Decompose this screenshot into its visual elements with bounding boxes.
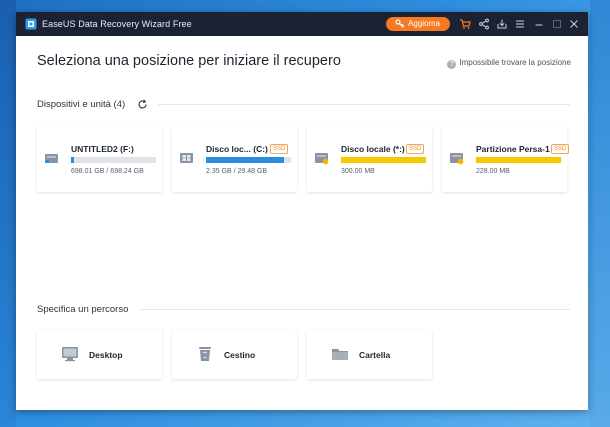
key-icon xyxy=(395,19,405,28)
drive-usage-fill xyxy=(71,157,74,163)
ssd-badge: SSD xyxy=(270,144,289,154)
drive-usage-fill xyxy=(476,157,561,163)
drive-card-c[interactable]: Disco loc... (C:) SSD 2.35 GB / 29.48 GB xyxy=(172,125,297,192)
page-title: Seleziona una posizione per iniziare il … xyxy=(37,53,341,69)
app-window: EaseUS Data Recovery Wizard Free Aggiorn… xyxy=(16,12,588,410)
share-icon[interactable] xyxy=(478,18,490,30)
path-label: Cartella xyxy=(359,350,391,360)
drive-usage-bar xyxy=(341,157,426,163)
desktop-icon xyxy=(62,347,78,362)
question-icon: ? xyxy=(447,60,457,69)
path-card-desktop[interactable]: Desktop xyxy=(37,330,162,379)
drive-size: 2.35 GB / 29.48 GB xyxy=(206,168,268,175)
section-divider xyxy=(140,309,570,310)
drive-card-untitled2[interactable]: UNTITLED2 (F:) 698.01 GB / 698.24 GB xyxy=(37,125,162,192)
section-divider xyxy=(158,104,570,105)
help-link[interactable]: ? Impossibile trovare la posizione xyxy=(447,58,571,69)
drive-size: 300.00 MB xyxy=(341,168,375,175)
drive-card-lost-partition[interactable]: Partizione Persa-1 SSD 228.00 MB xyxy=(442,125,570,192)
title-bar: EaseUS Data Recovery Wizard Free Aggiorn… xyxy=(16,12,588,36)
drive-usage-fill xyxy=(341,157,426,163)
lost-partition-icon xyxy=(450,153,464,165)
windows-drive-icon xyxy=(180,153,193,163)
cart-icon[interactable] xyxy=(459,18,471,30)
ssd-badge: SSD xyxy=(406,144,425,154)
desktop-background xyxy=(0,0,16,427)
minimize-icon[interactable] xyxy=(533,18,545,30)
drive-name: UNTITLED2 (F:) xyxy=(71,144,134,154)
upgrade-label: Aggiorna xyxy=(408,19,441,28)
path-label: Cestino xyxy=(224,350,256,360)
close-icon[interactable] xyxy=(568,18,580,30)
paths-section-title: Specifica un percorso xyxy=(37,304,129,315)
drive-card-lost[interactable]: Disco locale (*:) SSD 300.00 MB xyxy=(307,125,432,192)
drive-size: 698.01 GB / 698.24 GB xyxy=(71,168,144,175)
drive-name: Partizione Persa-1 xyxy=(476,144,550,154)
usb-drive-icon xyxy=(45,154,58,163)
drive-name: Disco loc... (C:) xyxy=(206,144,268,154)
drive-name: Disco locale (*:) xyxy=(341,144,405,154)
desktop-background-right xyxy=(590,0,610,427)
drive-size: 228.00 MB xyxy=(476,168,510,175)
refresh-icon[interactable] xyxy=(137,99,148,110)
ssd-badge: SSD xyxy=(551,144,570,154)
path-label: Desktop xyxy=(89,350,123,360)
menu-icon[interactable] xyxy=(514,18,526,30)
recycle-bin-icon xyxy=(199,347,211,361)
path-card-recycle-bin[interactable]: Cestino xyxy=(172,330,297,379)
drive-usage-fill xyxy=(206,157,285,163)
download-icon[interactable] xyxy=(496,18,508,30)
drive-usage-bar xyxy=(71,157,156,163)
window-title: EaseUS Data Recovery Wizard Free xyxy=(42,19,192,29)
devices-section-title: Dispositivi e unità (4) xyxy=(37,99,126,110)
help-link-label: Impossibile trovare la posizione xyxy=(459,58,571,67)
path-card-folder[interactable]: Cartella xyxy=(307,330,432,379)
upgrade-button[interactable]: Aggiorna xyxy=(386,17,450,31)
lost-drive-icon xyxy=(315,153,329,165)
maximize-icon[interactable] xyxy=(551,18,563,30)
folder-icon xyxy=(332,349,348,360)
app-logo-icon xyxy=(25,18,37,30)
drive-usage-bar xyxy=(206,157,291,163)
drive-usage-bar xyxy=(476,157,561,163)
